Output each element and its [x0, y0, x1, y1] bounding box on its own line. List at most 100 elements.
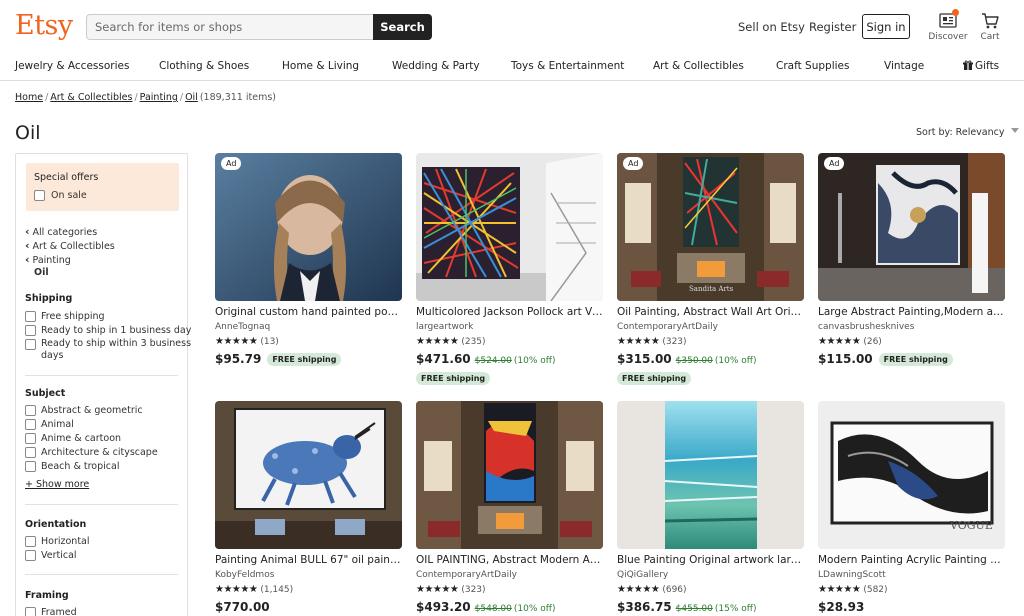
current-category: Oil	[34, 267, 49, 278]
orientation-horizontal-checkbox[interactable]	[25, 536, 36, 547]
rating: ★★★★★ (323)	[416, 584, 486, 595]
pollock-painting-image	[416, 153, 603, 301]
nav-home-living[interactable]: Home & Living	[282, 60, 359, 72]
discover-button[interactable]: Discover	[928, 9, 968, 42]
framing-framed-checkbox[interactable]	[25, 607, 36, 616]
product-title[interactable]: OIL PAINTING, Abstract Modern Art Origin…	[416, 554, 603, 566]
abstract-modern-art-image	[416, 401, 603, 549]
shop-name: largeartwork	[416, 322, 474, 332]
orientation-vertical-checkbox[interactable]	[25, 550, 36, 561]
gift-icon	[963, 60, 973, 70]
price: $493.20	[416, 600, 471, 614]
price-row: $115.00 FREE shipping	[818, 352, 953, 366]
star-rating-icon: ★★★★★	[617, 336, 660, 347]
subject-animal-checkbox[interactable]	[25, 419, 36, 430]
abstract-wall-art-image: Sandita Arts	[617, 153, 804, 301]
product-image[interactable]	[416, 153, 603, 301]
subject-architecture-checkbox[interactable]	[25, 447, 36, 458]
category-link-art[interactable]: ‹ Art & Collectibles	[25, 239, 115, 252]
nav-wedding-party[interactable]: Wedding & Party	[392, 60, 480, 72]
free-shipping-label: Free shipping	[41, 311, 105, 322]
orientation-vertical-label: Vertical	[41, 550, 77, 561]
subject-beach-label: Beach & tropical	[41, 461, 120, 472]
sort-label: Sort by: Relevancy	[916, 127, 1005, 138]
category-link-label: Art & Collectibles	[32, 241, 115, 252]
product-image[interactable]: VOGUE	[818, 401, 1005, 549]
nav-clothing-shoes[interactable]: Clothing & Shoes	[159, 60, 249, 72]
free-shipping-checkbox[interactable]	[25, 311, 36, 322]
product-image[interactable]: Sandita Arts Ad	[617, 153, 804, 301]
shop-name: AnneTognaq	[215, 322, 271, 332]
original-price: $350.00	[675, 356, 713, 366]
price-row: $770.00	[215, 600, 270, 614]
original-price: $524.00	[474, 356, 512, 366]
etsy-logo[interactable]: Etsy	[15, 10, 73, 41]
nav-vintage[interactable]: Vintage	[884, 60, 924, 72]
breadcrumb-home[interactable]: Home	[15, 92, 43, 103]
price: $28.93	[818, 600, 865, 614]
sell-on-etsy-link[interactable]: Sell on Etsy	[738, 20, 805, 34]
free-shipping-badge: FREE shipping	[878, 353, 953, 366]
star-rating-icon: ★★★★★	[215, 336, 258, 347]
nav-gifts-label: Gifts	[975, 60, 1000, 72]
ready-3-days-checkbox[interactable]	[25, 339, 36, 350]
breadcrumb-art-collectibles[interactable]: Art & Collectibles	[50, 92, 132, 103]
category-link-painting[interactable]: ‹ Painting	[25, 253, 71, 266]
category-link-all[interactable]: ‹ All categories	[25, 225, 97, 238]
nav-toys-entertainment[interactable]: Toys & Entertainment	[511, 60, 624, 72]
price-row: $28.93	[818, 600, 864, 614]
product-title[interactable]: Oil Painting, Abstract Wall Art Original	[617, 306, 804, 318]
nav-jewelry-accessories[interactable]: Jewelry & Accessories	[15, 60, 129, 72]
framing-framed-label: Framed	[41, 607, 77, 616]
on-sale-checkbox[interactable]	[34, 190, 45, 201]
product-title[interactable]: Original custom hand painted portrait	[215, 306, 402, 318]
product-title[interactable]: Large Abstract Painting,Modern abstract	[818, 306, 1005, 318]
product-title[interactable]: Painting Animal BULL 67" oil painting on	[215, 554, 402, 566]
shipping-heading: Shipping	[25, 293, 73, 304]
discount: (15% off)	[714, 604, 757, 614]
review-count: (235)	[461, 337, 486, 347]
product-title[interactable]: Blue Painting Original artwork large can…	[617, 554, 804, 566]
product-image[interactable]: Ad	[215, 153, 402, 301]
shop-name: QiQiGallery	[617, 570, 669, 580]
breadcrumb-painting[interactable]: Painting	[140, 92, 178, 103]
product-title[interactable]: Modern Painting Acrylic Painting Glossy	[818, 554, 1005, 566]
rating: ★★★★★ (1,145)	[215, 584, 293, 595]
review-count: (582)	[863, 585, 888, 595]
sign-in-button[interactable]: Sign in	[862, 14, 910, 39]
review-count: (1,145)	[260, 585, 294, 595]
free-shipping-badge: FREE shipping	[416, 372, 491, 385]
original-price: $548.00	[474, 604, 512, 614]
rating: ★★★★★ (26)	[818, 336, 882, 347]
nav-art-collectibles[interactable]: Art & Collectibles	[653, 60, 744, 72]
shop-name: ContemporaryArtDaily	[416, 570, 517, 580]
nav-craft-supplies[interactable]: Craft Supplies	[776, 60, 849, 72]
star-rating-icon: ★★★★★	[818, 336, 861, 347]
sort-dropdown[interactable]: Sort by: Relevancy	[916, 127, 1019, 138]
show-more-link[interactable]: + Show more	[25, 479, 89, 490]
rating: ★★★★★ (13)	[215, 336, 279, 347]
ready-3-days-label-cont: days	[41, 350, 64, 361]
product-image[interactable]	[617, 401, 804, 549]
product-image[interactable]	[215, 401, 402, 549]
breadcrumb-oil[interactable]: Oil	[185, 92, 198, 103]
search-button[interactable]: Search	[373, 14, 432, 40]
register-link[interactable]: Register	[809, 20, 856, 34]
category-link-label: All categories	[32, 227, 98, 238]
product-image[interactable]	[416, 401, 603, 549]
nav-gifts[interactable]: Gifts	[963, 60, 999, 72]
cart-button[interactable]: Cart	[970, 12, 1010, 42]
subject-beach-checkbox[interactable]	[25, 461, 36, 472]
special-offers-box: Special offers On sale	[26, 163, 179, 211]
product-image[interactable]: Ad	[818, 153, 1005, 301]
subject-anime-checkbox[interactable]	[25, 433, 36, 444]
subject-anime-label: Anime & cartoon	[41, 433, 122, 444]
ready-1-day-checkbox[interactable]	[25, 325, 36, 336]
breadcrumb: Home / Art & Collectibles / Painting / Oil (189…	[15, 92, 276, 103]
subject-abstract-checkbox[interactable]	[25, 405, 36, 416]
product-title[interactable]: Multicolored Jackson Pollock art Vintage	[416, 306, 603, 318]
subject-abstract-label: Abstract & geometric	[41, 405, 143, 416]
search-input[interactable]	[86, 14, 374, 40]
rating: ★★★★★ (696)	[617, 584, 687, 595]
review-count: (13)	[260, 337, 279, 347]
